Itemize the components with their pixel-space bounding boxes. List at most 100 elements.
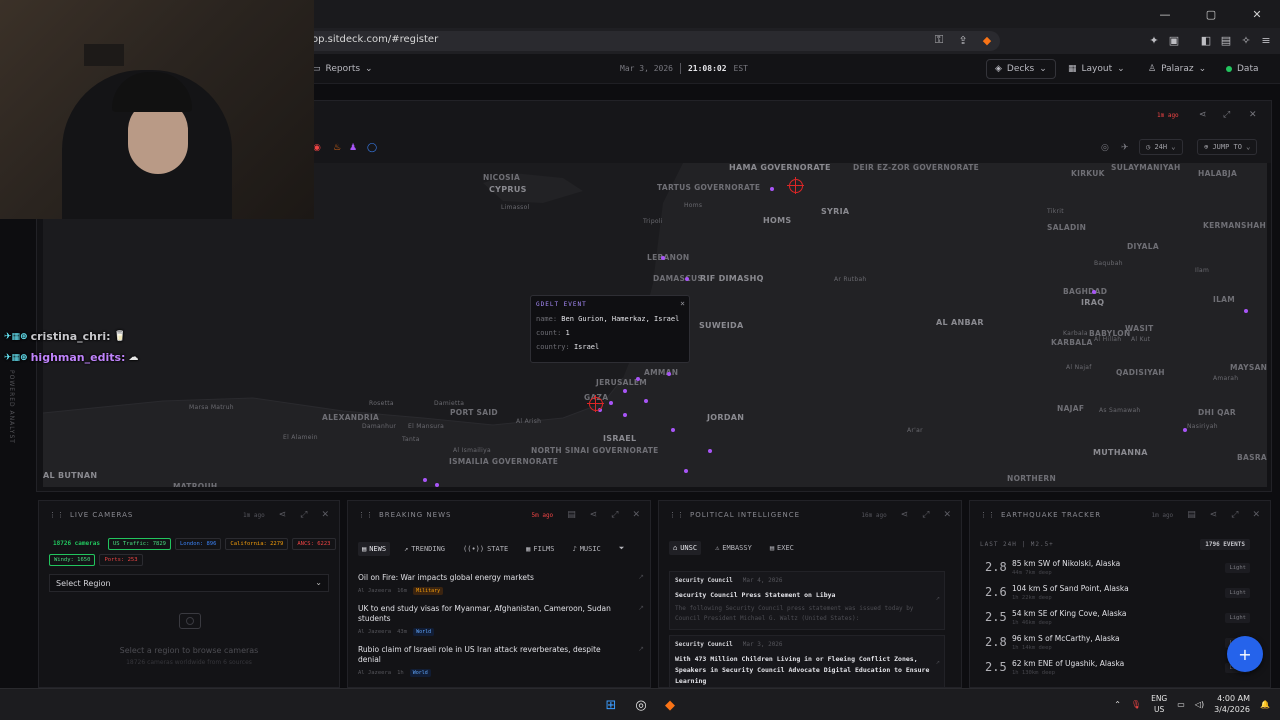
event-marker[interactable] [770, 187, 774, 191]
tab-music[interactable]: ♪ MUSIC [568, 542, 604, 556]
share-icon[interactable]: ⋖ [1199, 110, 1207, 120]
strike-target-marker[interactable] [587, 395, 604, 412]
tab-search-icon[interactable]: ▣ [1165, 31, 1183, 49]
region-select[interactable]: Select Region ⌄ [49, 574, 329, 592]
close-window-button[interactable]: ✕ [1234, 0, 1280, 28]
quake-row[interactable]: 2.8 85 km SW of Nikolski, Alaska 44m 7km d… [980, 557, 1250, 582]
obs-app-icon[interactable]: ◎ [631, 695, 651, 715]
political-title[interactable]: With 473 Million Children Living in or F… [675, 654, 930, 687]
extensions-icon[interactable]: ✦ [1145, 31, 1163, 49]
camera-source-tag[interactable]: US Traffic: 7829 [107, 538, 171, 550]
plane-icon[interactable]: ✈ [1121, 143, 1129, 153]
minimize-button[interactable]: — [1142, 0, 1188, 28]
camera-source-tag[interactable]: Ports: 253 [99, 554, 143, 566]
camera-source-tag[interactable]: ANCS: 6223 [292, 538, 336, 550]
popup-close-button[interactable]: × [680, 299, 685, 308]
event-marker[interactable] [671, 428, 675, 432]
event-marker[interactable] [1092, 290, 1096, 294]
locate-icon[interactable]: ◎ [1101, 143, 1109, 153]
data-status-button[interactable]: Data [1226, 60, 1259, 78]
drag-handle-icon[interactable]: ⋮⋮ [358, 511, 374, 519]
share-icon[interactable]: ⋖ [901, 510, 909, 520]
external-link-icon[interactable]: ↗ [638, 573, 644, 581]
close-icon[interactable]: ✕ [1249, 110, 1257, 120]
windows-start-icon[interactable]: ⊞ [601, 695, 621, 715]
event-marker[interactable] [423, 478, 427, 482]
event-marker[interactable] [623, 413, 627, 417]
event-marker[interactable] [435, 483, 439, 487]
user-button[interactable]: ♙ Palaraz ⌄ [1148, 60, 1206, 78]
close-icon[interactable]: ✕ [632, 510, 640, 520]
event-marker[interactable] [661, 256, 665, 260]
drag-handle-icon[interactable]: ⋮⋮ [669, 511, 685, 519]
network-icon[interactable]: ▭ [1177, 700, 1185, 709]
url-field[interactable]: op.sitdeck.com/#register [300, 31, 1000, 51]
political-item[interactable]: Security Council Mar 4, 2026 Security Coun… [669, 571, 945, 630]
close-icon[interactable]: ✕ [943, 510, 951, 520]
event-marker[interactable] [623, 389, 627, 393]
event-marker[interactable] [644, 399, 648, 403]
close-icon[interactable]: ✕ [1252, 510, 1260, 520]
share-icon[interactable]: ⋖ [1210, 510, 1218, 520]
document-icon[interactable]: ▤ [1187, 510, 1196, 520]
maximize-button[interactable]: ▢ [1188, 0, 1234, 28]
political-item[interactable]: Security Council Mar 3, 2026 With 473 Mill… [669, 635, 945, 687]
camera-source-tag[interactable]: London: 896 [174, 538, 222, 550]
menu-icon[interactable]: ≡ [1257, 31, 1275, 49]
news-item[interactable]: Rubio claim of Israeli role in US Iran a… [358, 645, 644, 677]
news-title[interactable]: Rubio claim of Israeli role in US Iran a… [358, 645, 616, 665]
reports-button[interactable]: ▭ Reports ⌄ [312, 60, 373, 78]
key-icon[interactable]: ⚿ [930, 31, 948, 49]
chat-layer-icon[interactable]: ◯ [367, 143, 377, 153]
news-title[interactable]: UK to end study visas for Myanmar, Afgha… [358, 604, 616, 624]
jump-to-select[interactable]: ⊕ JUMP TO ⌄ [1197, 139, 1258, 155]
event-marker[interactable] [609, 401, 613, 405]
news-title[interactable]: Oil on Fire: War impacts global energy m… [358, 573, 616, 583]
tab-exec[interactable]: ▤ EXEC [766, 541, 798, 555]
brave-shield-icon[interactable]: ◆ [978, 31, 996, 49]
camera-source-tag[interactable]: California: 2279 [225, 538, 289, 550]
volume-icon[interactable]: ◁) [1195, 700, 1204, 709]
share-icon[interactable]: ⇪ [954, 31, 972, 49]
tab-unsc[interactable]: ⌂ UNSC [669, 541, 702, 555]
brave-app-icon[interactable]: ◆ [660, 695, 680, 715]
tab-embassy[interactable]: ⚠ EMBASSY [711, 541, 756, 555]
camera-source-tag[interactable]: 18726 cameras [49, 538, 104, 550]
url-text[interactable]: op.sitdeck.com/#register [312, 34, 438, 45]
quake-row[interactable]: 2.8 96 km S of McCarthy, Alaska 1h 14km de… [980, 632, 1250, 657]
expand-icon[interactable]: ⤢ [611, 510, 618, 520]
event-marker[interactable] [684, 469, 688, 473]
alert-layer-icon[interactable]: ◉ [313, 143, 321, 153]
expand-icon[interactable]: ⤢ [300, 510, 307, 520]
event-marker[interactable] [1244, 309, 1248, 313]
fire-layer-icon[interactable]: ♨ [333, 143, 341, 153]
wallet-icon[interactable]: ▤ [1217, 31, 1235, 49]
strike-target-marker[interactable] [787, 177, 804, 194]
event-marker[interactable] [1183, 428, 1187, 432]
document-icon[interactable]: ▤ [567, 510, 576, 520]
sidebar-icon[interactable]: ◧ [1197, 31, 1215, 49]
language-indicator[interactable]: ENG US [1151, 693, 1167, 715]
drag-handle-icon[interactable]: ⋮⋮ [49, 511, 65, 519]
share-icon[interactable]: ⋖ [590, 510, 598, 520]
event-marker[interactable] [708, 449, 712, 453]
camera-source-tag[interactable]: Windy: 1650 [49, 554, 96, 566]
expand-icon[interactable]: ⤢ [1223, 110, 1230, 120]
layout-button[interactable]: ▦ Layout ⌄ [1068, 60, 1125, 78]
drag-handle-icon[interactable]: ⋮⋮ [980, 511, 996, 519]
quake-row[interactable]: 2.5 54 km SE of King Cove, Alaska 1h 46km … [980, 607, 1250, 632]
tab-state[interactable]: ((•)) STATE [459, 542, 512, 556]
tab-news[interactable]: ▤ NEWS [358, 541, 391, 556]
external-link-icon[interactable]: ↗ [936, 658, 940, 666]
external-link-icon[interactable]: ↗ [936, 594, 940, 602]
filter-button[interactable]: ⏷ [615, 541, 629, 556]
people-layer-icon[interactable]: ♟ [349, 143, 357, 153]
quake-row[interactable]: 2.5 62 km ENE of Ugashik, Alaska 1h 130km … [980, 657, 1250, 682]
add-panel-button[interactable]: + [1227, 636, 1263, 672]
event-marker[interactable] [667, 372, 671, 376]
quake-row[interactable]: 2.6 104 km S of Sand Point, Alaska 1h 22km… [980, 582, 1250, 607]
event-marker[interactable] [685, 277, 689, 281]
share-icon[interactable]: ⋖ [279, 510, 287, 520]
political-title[interactable]: Security Council Press Statement on Liby… [675, 590, 930, 601]
news-item[interactable]: UK to end study visas for Myanmar, Afgha… [358, 604, 644, 636]
